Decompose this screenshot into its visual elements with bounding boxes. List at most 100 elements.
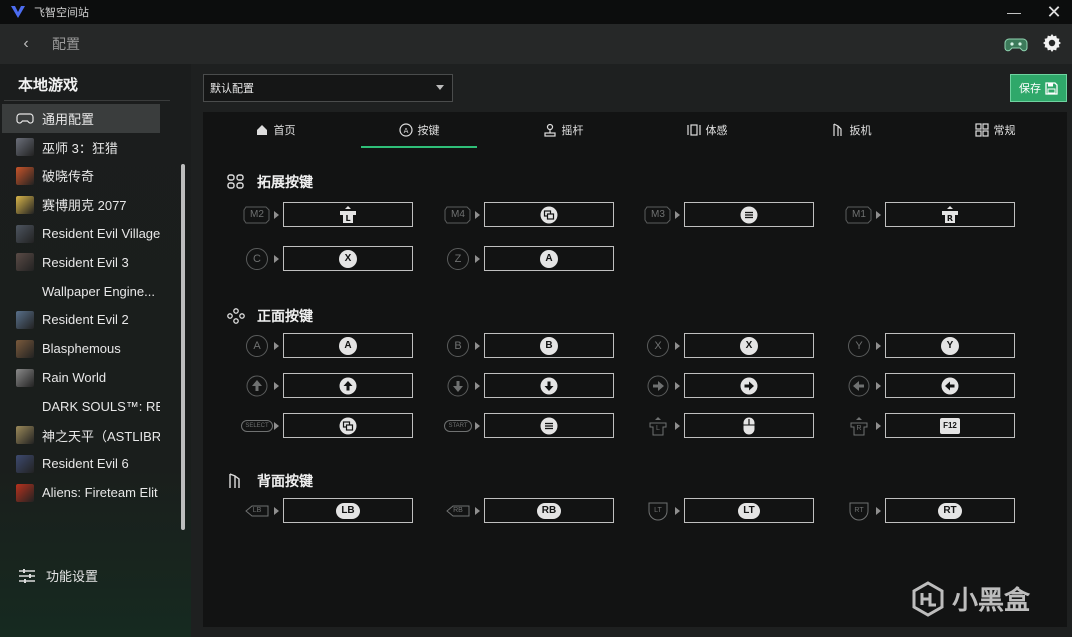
extended-keys-icon xyxy=(227,174,244,189)
source-button-m2: M2 xyxy=(243,203,271,227)
close-button[interactable]: ✕ xyxy=(1044,2,1064,22)
mapping-arrow-icon xyxy=(675,506,680,515)
mapping-target-rt[interactable]: RT xyxy=(885,498,1015,523)
back-buttons-icon xyxy=(229,473,240,488)
controller-status-icon[interactable] xyxy=(1004,34,1028,54)
source-label: L xyxy=(656,425,660,432)
tab-3[interactable]: 体感 xyxy=(635,112,779,148)
mapping-target-left[interactable] xyxy=(885,373,1015,398)
mapping-target-mouse[interactable] xyxy=(684,413,814,438)
mapping-target-x[interactable]: X xyxy=(283,246,413,271)
profile-select[interactable]: 默认配置 xyxy=(203,74,453,102)
tab-5[interactable]: 常规 xyxy=(923,112,1067,148)
sidebar-game-item[interactable]: Resident Evil Village xyxy=(2,219,160,248)
sidebar-game-item[interactable]: Resident Evil 6 xyxy=(2,450,160,479)
key-y-label: Y xyxy=(941,336,959,355)
mapping-target-lb[interactable]: LB xyxy=(283,498,413,523)
tab-2[interactable]: 摇杆 xyxy=(491,112,635,148)
mapping-target-lt[interactable]: LT xyxy=(684,498,814,523)
mapping-target-l[interactable]: L xyxy=(283,202,413,227)
sidebar-game-label: Aliens: Fireteam Elit xyxy=(42,485,158,501)
source-button-rb: RB xyxy=(444,499,472,523)
sidebar-game-item[interactable]: Resident Evil 3 xyxy=(2,248,160,277)
game-thumbnail-icon xyxy=(16,339,34,358)
back-button[interactable]: ‹ xyxy=(16,34,36,54)
tab-4[interactable]: 扳机 xyxy=(779,112,923,148)
source-button-start: START xyxy=(444,414,472,438)
tab-1[interactable]: A 按键 xyxy=(347,112,491,148)
sidebar-game-item[interactable]: 巫师 3：狂猎 xyxy=(2,133,160,162)
source-button-a: A xyxy=(243,334,271,358)
mapping-target-down[interactable] xyxy=(484,373,614,398)
mapping-target-a[interactable]: A xyxy=(484,246,614,271)
tab-0[interactable]: 首页 xyxy=(203,112,347,148)
sidebar-game-label: Rain World xyxy=(42,370,107,386)
mapping-target-right[interactable] xyxy=(684,373,814,398)
game-thumbnail-empty xyxy=(16,397,34,415)
key-mapping: M2 L xyxy=(243,202,413,227)
sidebar-game-item[interactable]: 神之天平（ASTLIBR... xyxy=(2,421,160,450)
key-mapping: SELECT xyxy=(241,413,413,438)
minimize-button[interactable]: — xyxy=(1004,4,1024,20)
source-label: START xyxy=(444,419,472,432)
game-thumbnail-icon xyxy=(16,195,34,214)
sidebar-game-item[interactable]: Blasphemous xyxy=(2,334,160,363)
source-button-c: C xyxy=(243,247,271,271)
mapping-target-f12[interactable]: F12 xyxy=(885,413,1015,438)
mapping-target-up[interactable] xyxy=(283,373,413,398)
svg-text:A: A xyxy=(403,127,408,135)
key-rb-label: RB xyxy=(536,502,562,519)
mapping-arrow-icon xyxy=(876,421,881,430)
settings-gear-icon[interactable] xyxy=(1042,33,1062,53)
mapping-target-menu[interactable] xyxy=(684,202,814,227)
tab-label: 首页 xyxy=(273,125,296,137)
save-button[interactable]: 保存 xyxy=(1010,74,1067,102)
key-mapping: RT RT xyxy=(845,498,1015,523)
mapping-target-menu[interactable] xyxy=(484,413,614,438)
game-thumbnail-empty xyxy=(16,282,34,300)
sidebar-game-item[interactable]: DARK SOULS™: RE... xyxy=(2,392,160,421)
key-mapping: M4 xyxy=(444,202,614,227)
dpad-up-icon xyxy=(339,377,357,394)
source-label: M4 xyxy=(451,209,465,220)
mapping-target-rb[interactable]: RB xyxy=(484,498,614,523)
mapping-target-r[interactable]: R xyxy=(885,202,1015,227)
sidebar-game-item[interactable]: 破晓传奇 xyxy=(2,162,160,191)
mapping-target-view[interactable] xyxy=(283,413,413,438)
sidebar-game-label: 巫师 3：狂猎 xyxy=(42,140,118,156)
mapping-arrow-icon xyxy=(274,381,279,390)
sidebar-game-item[interactable]: Aliens: Fireteam Elit xyxy=(2,478,160,507)
game-thumbnail-icon xyxy=(16,368,34,387)
key-f12-label: F12 xyxy=(940,417,960,434)
motion-icon xyxy=(686,124,701,136)
function-settings-button[interactable]: 功能设置 xyxy=(18,566,98,585)
sliders-icon xyxy=(19,568,35,583)
game-thumbnail-icon xyxy=(16,426,34,445)
sidebar-game-item[interactable]: Rain World xyxy=(2,363,160,392)
key-mapping: BB xyxy=(444,333,614,358)
game-list: 通用配置巫师 3：狂猎破晓传奇 赛博朋克 2077 Resident Evil Vi… xyxy=(2,104,160,507)
mouse-icon xyxy=(743,417,755,434)
key-lt-label: LT xyxy=(738,502,760,519)
source-label: SELECT xyxy=(241,419,273,432)
sidebar-game-item[interactable]: 赛博朋克 2077 xyxy=(2,190,160,219)
mapping-target-view[interactable] xyxy=(484,202,614,227)
mapping-target-y[interactable]: Y xyxy=(885,333,1015,358)
mapping-target-b[interactable]: B xyxy=(484,333,614,358)
sidebar-game-item[interactable]: Wallpaper Engine... xyxy=(2,277,160,306)
key-b-label: B xyxy=(540,336,558,355)
key-mapping: START xyxy=(444,413,614,438)
sidebar-scrollbar[interactable] xyxy=(181,164,185,530)
game-thumbnail-icon xyxy=(16,138,34,157)
mapping-target-a[interactable]: A xyxy=(283,333,413,358)
mapping-target-x[interactable]: X xyxy=(684,333,814,358)
home-icon xyxy=(256,125,267,135)
app-title: 飞智空间站 xyxy=(34,7,89,19)
sidebar-game-item[interactable]: Resident Evil 2 xyxy=(2,306,160,335)
source-button-m4: M4 xyxy=(444,203,472,227)
sidebar-game-item[interactable]: 通用配置 xyxy=(2,104,160,133)
sidebar: 本地游戏 通用配置 巫师 3：狂猎 破晓传奇 赛博朋克 2077 Resident Ev… xyxy=(0,64,191,637)
tab-label: 按键 xyxy=(417,125,440,137)
mapping-arrow-icon xyxy=(274,254,279,263)
key-x-label: X xyxy=(740,336,758,355)
